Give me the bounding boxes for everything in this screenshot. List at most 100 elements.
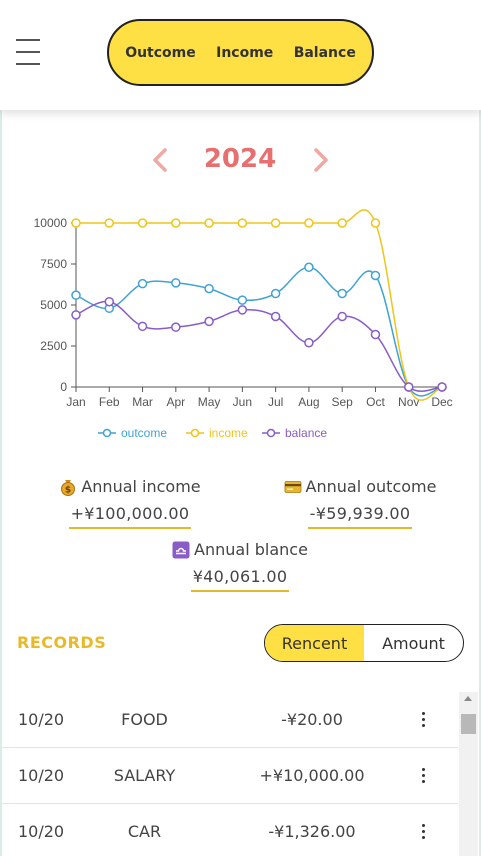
x-tick-label: Oct [366,395,385,409]
data-point-balance [270,311,281,322]
data-point-balance [71,310,81,320]
money-bag-icon: $ [61,479,76,496]
credit-card-icon [284,480,301,493]
y-tick-label: 0 [60,380,67,394]
scroll-up-icon[interactable] [464,696,472,701]
data-point-outcome [237,295,248,305]
svg-text:$: $ [65,485,71,495]
more-vert-icon[interactable] [414,818,434,846]
legend-marker-income [190,428,200,438]
hamburger-icon[interactable] [16,39,40,65]
data-point-outcome [270,288,281,299]
sort-amount-button[interactable]: Amount [364,625,463,661]
record-amount: +¥10,000.00 [259,766,365,785]
data-point-balance [370,329,381,340]
year-label: 2024 [203,144,277,174]
record-category: CAR [127,822,162,841]
line-chart: 0 2500 5000 7500 10000 Jan Feb Mar Apr May Jun Jul A… [34,209,453,440]
data-point-balance [337,311,347,322]
data-point-income [71,218,81,228]
y-tick-label: 5000 [40,298,67,312]
tab-outcome[interactable]: Outcome [125,45,196,61]
sort-recent-button[interactable]: Rencent [265,625,364,661]
data-point-income [204,218,214,228]
annual-outcome-label: Annual outcome [305,477,437,496]
x-tick-label: Jul [268,395,283,409]
x-tick-label: Jun [233,395,252,409]
x-tick-label: May [198,395,221,409]
x-tick-label: Mar [132,395,153,409]
x-tick-label: Jan [66,395,85,409]
view-tabs: Outcome Income Balance [107,19,374,86]
record-date: 10/20 [18,710,65,729]
y-tick-label: 2500 [40,339,67,353]
legend-label-income: income [209,426,248,440]
data-point-balance [237,305,248,315]
scrollbar[interactable] [459,692,478,856]
legend-marker-balance [266,428,276,438]
libra-icon [172,541,190,558]
annual-balance: Annual blance ¥40,061.00 [140,540,340,592]
records-list: 10/20 FOOD -¥20.00 10/20 SALARY +¥10,000… [2,692,458,856]
x-tick-label: Apr [166,395,185,409]
legend-label-balance: balance [285,426,327,440]
more-vert-icon[interactable] [414,762,434,790]
chevron-left-icon[interactable] [150,146,170,174]
data-point-outcome [171,278,181,288]
data-point-income [137,218,148,228]
data-point-balance [437,382,447,392]
data-point-income [304,218,314,228]
data-point-outcome [304,262,314,273]
annual-balance-value: ¥40,061.00 [190,567,290,592]
series-line-balance [75,300,443,392]
y-tick-label: 10000 [34,216,68,230]
data-point-balance [403,382,414,392]
x-tick-label: Dec [431,395,452,409]
annual-income-label: Annual income [81,477,201,496]
record-amount: -¥1,326.00 [268,822,356,841]
sort-toggle: Rencent Amount [264,624,464,662]
data-point-balance [304,337,314,348]
data-point-income [104,218,115,228]
data-point-outcome [204,283,214,294]
tab-income[interactable]: Income [216,45,273,61]
record-category: FOOD [121,710,168,729]
record-date: 10/20 [18,766,65,785]
data-point-outcome [137,278,148,289]
x-tick-label: Aug [298,395,319,409]
list-item[interactable]: 10/20 CAR -¥1,326.00 [2,804,458,856]
legend-marker-outcome [102,428,112,438]
tab-balance[interactable]: Balance [294,45,356,61]
chevron-right-icon[interactable] [311,146,331,174]
x-tick-label: Feb [99,395,120,409]
data-point-income [171,218,181,228]
list-item[interactable]: 10/20 FOOD -¥20.00 [2,692,458,748]
data-point-income [270,218,281,228]
more-vert-icon[interactable] [414,706,434,734]
series-line-income [76,209,443,401]
series-line-outcome [75,266,443,397]
record-date: 10/20 [18,822,65,841]
x-tick-label: Sep [332,395,354,409]
record-category: SALARY [113,766,176,785]
data-point-balance [137,321,148,332]
data-point-balance [104,296,115,307]
scrollbar-thumb[interactable] [461,714,476,734]
list-item[interactable]: 10/20 SALARY +¥10,000.00 [2,748,458,804]
year-selector: 2024 [0,140,481,184]
data-point-outcome [71,290,81,300]
annual-income: $ Annual income +¥100,000.00 [40,477,220,529]
annual-outcome-value: -¥59,939.00 [307,504,413,529]
annual-income-value: +¥100,000.00 [68,504,192,529]
data-point-income [237,218,248,228]
legend-label-outcome: outcome [121,426,167,440]
data-point-balance [204,316,214,327]
y-tick-label: 7500 [40,257,67,271]
data-point-income [337,218,347,228]
data-point-outcome [370,270,381,281]
header: Outcome Income Balance [0,0,481,110]
records-title: RECORDS [17,633,107,652]
data-point-outcome [337,288,347,299]
record-amount: -¥20.00 [281,710,343,729]
annual-balance-label: Annual blance [194,540,308,559]
